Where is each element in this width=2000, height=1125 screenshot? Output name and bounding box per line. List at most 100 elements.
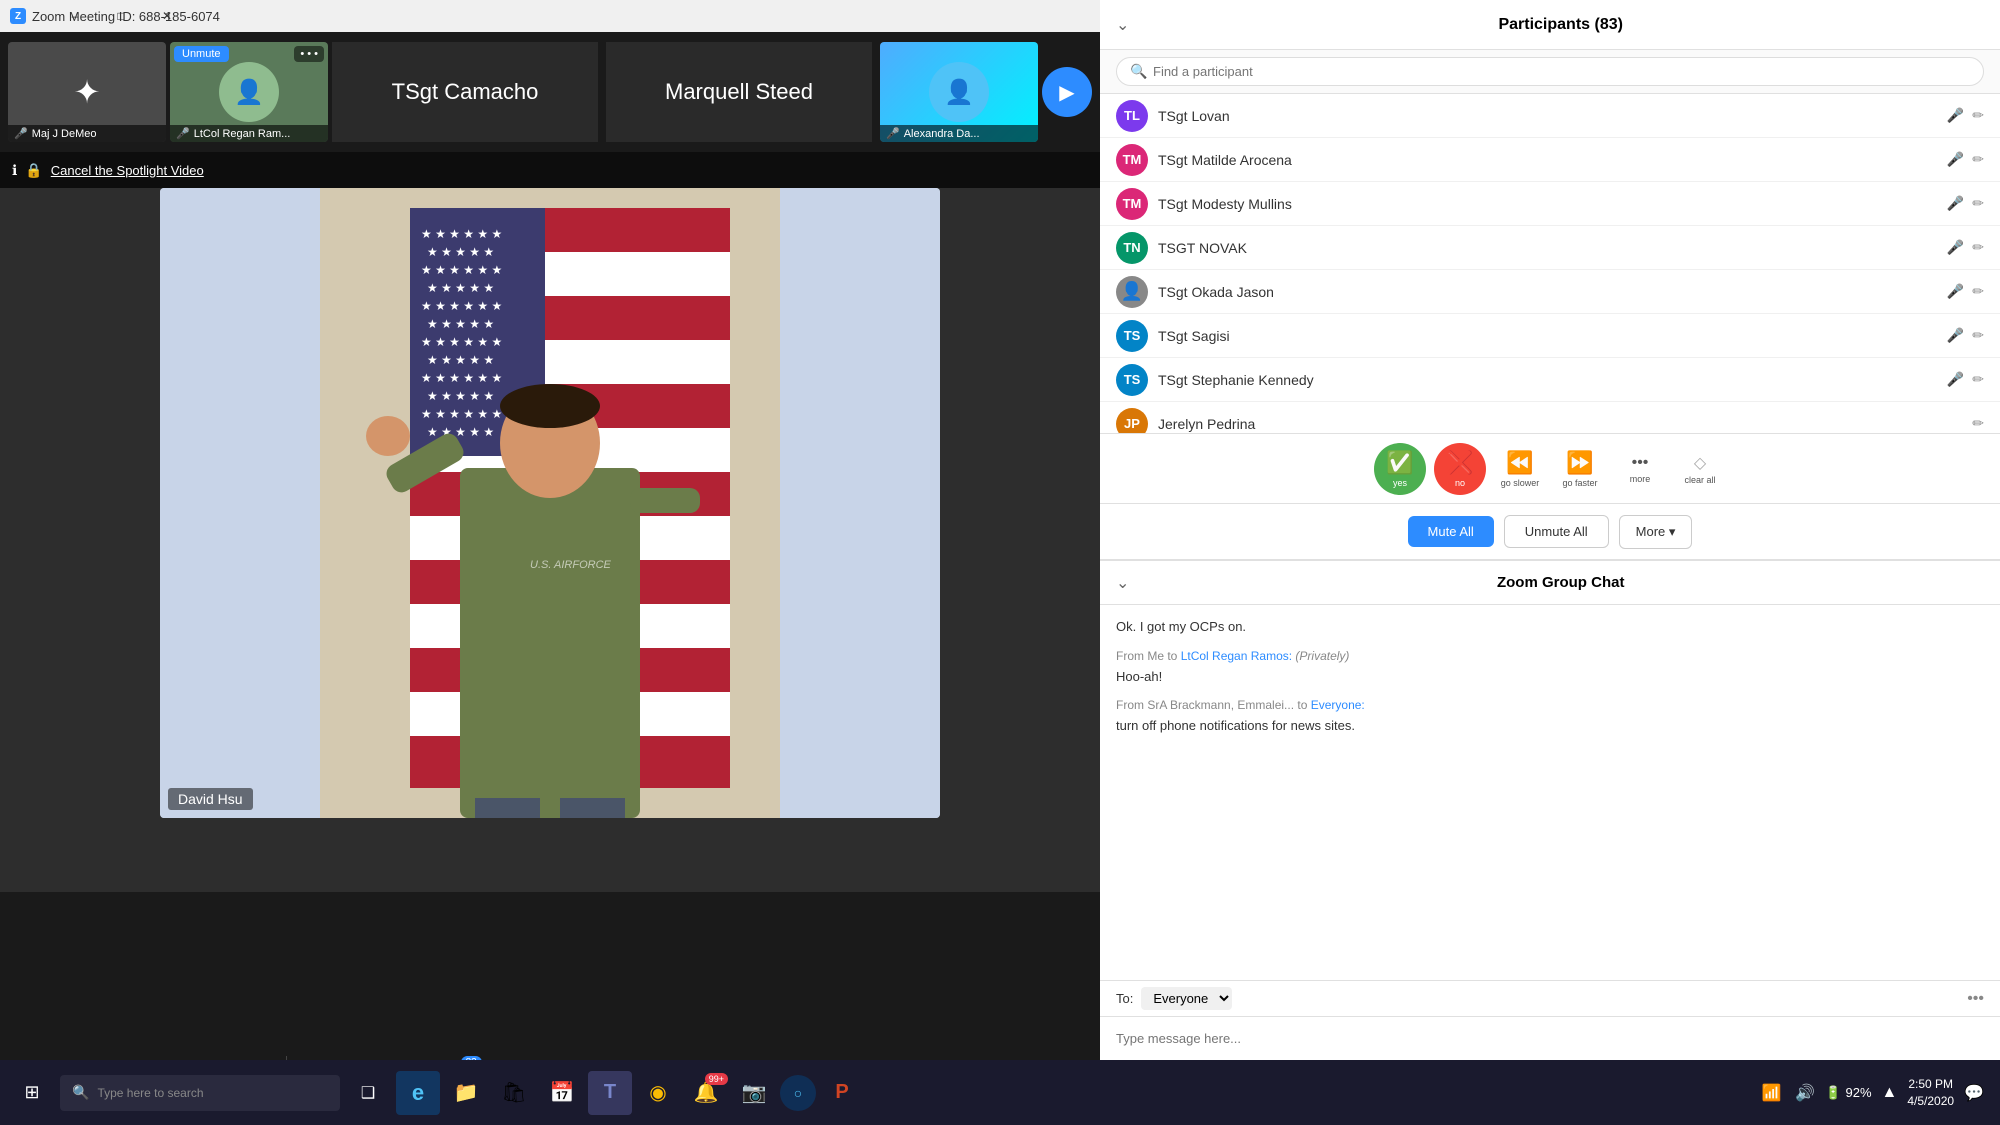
participant-name-tag: 🎤 LtCol Regan Ram... — [170, 125, 328, 142]
chrome-button[interactable]: ◉ — [636, 1071, 680, 1115]
chat-header: ⌄ Zoom Group Chat — [1100, 561, 2000, 605]
message-recipient: Everyone: — [1311, 698, 1365, 712]
participant-tile-maj-demeo[interactable]: ✦ 🎤 Maj J DeMeo — [8, 42, 166, 142]
participant-actions: 🎤 ✏ — [1947, 151, 1984, 168]
store-button[interactable]: 🛍 — [492, 1071, 536, 1115]
clock-time: 2:50 PM — [1907, 1076, 1954, 1093]
participant-tile-alexandra[interactable]: 👤 🎤 Alexandra Da... — [880, 42, 1038, 142]
go-slower-button[interactable]: ⏪ go slower — [1494, 443, 1546, 495]
maximize-button[interactable]: □ — [98, 0, 144, 32]
chat-options-button[interactable]: ••• — [1967, 990, 1984, 1008]
mute-participant-icon[interactable]: 🎤 — [1947, 151, 1964, 168]
mute-participant-icon[interactable]: 🎤 — [1947, 195, 1964, 212]
unmute-button[interactable]: Unmute — [174, 46, 229, 62]
speaker-name-label: David Hsu — [168, 788, 253, 810]
participant-avatar: TS — [1116, 320, 1148, 352]
task-view-button[interactable]: ❑ — [344, 1069, 392, 1117]
no-label: no — [1455, 478, 1465, 488]
svg-text:★ ★ ★ ★ ★ ★: ★ ★ ★ ★ ★ ★ — [421, 299, 502, 313]
network-icon[interactable]: 📶 — [1757, 1079, 1785, 1107]
chat-message: From Me to LtCol Regan Ramos: (Privately… — [1116, 647, 1984, 687]
window-controls[interactable]: – □ ✕ — [52, 0, 190, 32]
more-participant-icon[interactable]: ✏ — [1972, 239, 1984, 256]
more-controls-button[interactable]: More ▾ — [1619, 515, 1693, 549]
more-participant-icon[interactable]: ✏ — [1972, 195, 1984, 212]
participant-tile-steed[interactable]: Marquell Steed — [606, 42, 872, 142]
calendar-button[interactable]: 📅 — [540, 1071, 584, 1115]
camera-taskbar-button[interactable]: 📷 — [732, 1071, 776, 1115]
more-participant-icon[interactable]: ✏ — [1972, 151, 1984, 168]
edge-icon: e — [412, 1080, 424, 1106]
chat-message: Ok. I got my OCPs on. — [1116, 617, 1984, 637]
chevron-tray-icon[interactable]: ▲ — [1878, 1080, 1902, 1106]
title-bar: Z Zoom Meeting ID: 688-185-6074 – □ ✕ — [0, 0, 1100, 32]
notifications-tray-icon[interactable]: 💬 — [1960, 1079, 1988, 1107]
no-icon: ❌ — [1446, 450, 1473, 476]
taskbar: ⊞ 🔍 Type here to search ❑ e 📁 🛍 📅 T ◉ 🔔 … — [0, 1060, 2000, 1125]
system-tray: 📶 🔊 🔋 92% ▲ 2:50 PM 4/5/2020 💬 — [1745, 1060, 2000, 1125]
cortana-button[interactable]: ○ — [780, 1075, 816, 1111]
participant-name: TSgt Stephanie Kennedy — [1158, 372, 1937, 388]
mute-participant-icon[interactable]: 🎤 — [1947, 107, 1964, 124]
clear-all-button[interactable]: ◇ clear all — [1674, 443, 1726, 495]
windows-start-button[interactable]: ⊞ — [8, 1069, 56, 1117]
participant-name: TSgt Matilde Arocena — [1158, 152, 1937, 168]
sound-icon[interactable]: 🔊 — [1791, 1079, 1819, 1107]
minimize-button[interactable]: – — [52, 0, 98, 32]
more-reactions-button[interactable]: ••• more — [1614, 443, 1666, 495]
powerpoint-button[interactable]: P — [820, 1071, 864, 1115]
participant-tile-camacho[interactable]: TSgt Camacho — [332, 42, 598, 142]
next-participants-button[interactable]: ▶ — [1042, 67, 1092, 117]
zoom-icon: Z — [10, 8, 26, 24]
edge-app-button[interactable]: e — [396, 1071, 440, 1115]
system-clock[interactable]: 2:50 PM 4/5/2020 — [1907, 1076, 1954, 1110]
close-button[interactable]: ✕ — [144, 0, 190, 32]
mute-participant-icon[interactable]: 🎤 — [1947, 327, 1964, 344]
mute-participant-icon[interactable]: 🎤 — [1947, 239, 1964, 256]
teams-button[interactable]: T — [588, 1071, 632, 1115]
message-text: Ok. I got my OCPs on. — [1116, 619, 1246, 634]
go-faster-label: go faster — [1562, 478, 1597, 488]
battery-indicator: 🔋 92% — [1825, 1085, 1871, 1101]
participant-search-input[interactable] — [1116, 57, 1984, 86]
go-faster-button[interactable]: ⏩ go faster — [1554, 443, 1606, 495]
unmute-all-button[interactable]: Unmute All — [1504, 515, 1609, 548]
info-text[interactable]: Cancel the Spotlight Video — [51, 163, 204, 178]
participant-actions: ✏ — [1972, 415, 1984, 432]
collapse-participants-button[interactable]: ⌄ — [1116, 15, 1129, 35]
participant-name: LtCol Regan Ram... — [194, 128, 291, 140]
yes-reaction-button[interactable]: ✅ yes — [1374, 443, 1426, 495]
collapse-chat-button[interactable]: ⌄ — [1116, 573, 1129, 593]
chat-input-field[interactable] — [1116, 1031, 1984, 1046]
mute-participant-icon[interactable]: 🎤 — [1947, 371, 1964, 388]
clear-all-label: clear all — [1684, 475, 1715, 485]
star-icon: ✦ — [74, 73, 101, 111]
taskbar-search-container[interactable]: 🔍 Type here to search — [60, 1075, 340, 1111]
yes-icon: ✅ — [1386, 450, 1413, 476]
more-participant-icon[interactable]: ✏ — [1972, 283, 1984, 300]
message-meta: From Me to LtCol Regan Ramos: (Privately… — [1116, 647, 1984, 665]
folder-icon: 📁 — [454, 1080, 479, 1105]
svg-text:★ ★ ★ ★ ★: ★ ★ ★ ★ ★ — [427, 389, 494, 403]
participant-avatar: TN — [1116, 232, 1148, 264]
options-button[interactable]: • • • — [294, 46, 324, 62]
svg-text:★ ★ ★ ★ ★ ★: ★ ★ ★ ★ ★ ★ — [421, 335, 502, 349]
file-explorer-button[interactable]: 📁 — [444, 1071, 488, 1115]
more-participant-icon[interactable]: ✏ — [1972, 371, 1984, 388]
more-participant-icon[interactable]: ✏ — [1972, 415, 1984, 432]
search-icon: 🔍 — [1130, 63, 1147, 80]
participant-name: TSgt Sagisi — [1158, 328, 1937, 344]
more-icon: ••• — [1632, 454, 1649, 472]
more-participant-icon[interactable]: ✏ — [1972, 107, 1984, 124]
clear-all-icon: ◇ — [1694, 453, 1706, 473]
mute-all-button[interactable]: Mute All — [1408, 516, 1494, 547]
more-participant-icon[interactable]: ✏ — [1972, 327, 1984, 344]
lock-icon: 🔒 — [25, 162, 42, 179]
chat-recipient-dropdown[interactable]: Everyone — [1141, 987, 1232, 1010]
notifications-app-button[interactable]: 🔔 99+ — [684, 1071, 728, 1115]
participant-name: Alexandra Da... — [904, 128, 980, 140]
mute-participant-icon[interactable]: 🎤 — [1947, 283, 1964, 300]
no-reaction-button[interactable]: ❌ no — [1434, 443, 1486, 495]
participant-tile-ltcol[interactable]: 👤 Unmute • • • 🎤 LtCol Regan Ram... — [170, 42, 328, 142]
participant-list: TL TSgt Lovan 🎤 ✏ TM TSgt Matilde Arocen… — [1100, 94, 2000, 433]
